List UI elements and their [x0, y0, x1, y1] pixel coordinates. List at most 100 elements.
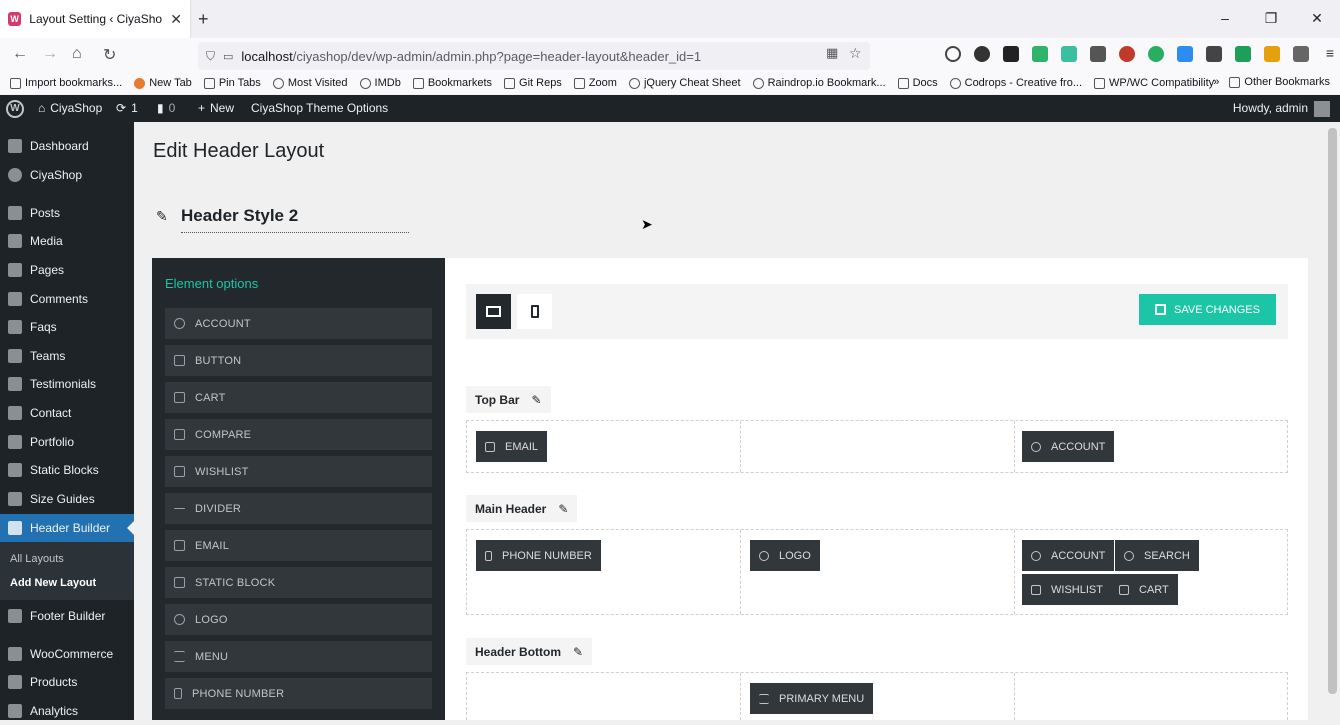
- close-window-icon[interactable]: ✕: [1294, 0, 1340, 38]
- bookmark-item[interactable]: jQuery Cheat Sheet: [628, 77, 741, 89]
- extension-bars-icon[interactable]: [1090, 46, 1106, 62]
- chevron-right-icon[interactable]: »: [1213, 76, 1219, 88]
- bookmark-item[interactable]: Pin Tabs: [203, 77, 261, 89]
- home-icon[interactable]: ⌂: [72, 45, 82, 63]
- sidebar-item-footer-builder[interactable]: Footer Builder: [0, 602, 134, 630]
- bookmark-item[interactable]: WP/WC Compatibility: [1094, 77, 1214, 89]
- new-tab-icon[interactable]: +: [198, 9, 209, 30]
- pencil-icon[interactable]: ✎: [531, 393, 541, 407]
- element-account[interactable]: ACCOUNT: [165, 308, 432, 339]
- sidebar-item-posts[interactable]: Posts: [0, 199, 134, 227]
- qr-icon[interactable]: ▦: [826, 45, 838, 61]
- chip-phone-number[interactable]: PHONE NUMBER: [476, 540, 601, 571]
- bookmark-item[interactable]: Codrops - Creative fro...: [949, 77, 1082, 89]
- new-content-link[interactable]: + New: [198, 95, 234, 122]
- bookmark-item[interactable]: Git Reps: [504, 77, 562, 89]
- chip-wishlist[interactable]: WISHLIST: [1022, 574, 1112, 605]
- element-divider[interactable]: DIVIDER: [165, 493, 432, 524]
- chip-email[interactable]: EMAIL: [476, 431, 548, 462]
- bookmark-item[interactable]: IMDb: [359, 77, 401, 89]
- sidebar-item-testimonials[interactable]: Testimonials: [0, 370, 134, 398]
- bookmark-item[interactable]: Bookmarkets: [412, 77, 492, 89]
- element-wishlist[interactable]: WISHLIST: [165, 456, 432, 487]
- bookmark-item[interactable]: Docs: [897, 77, 938, 89]
- sidebar-item-products[interactable]: Products: [0, 668, 134, 696]
- pencil-icon[interactable]: ✎: [156, 208, 168, 225]
- chip-account[interactable]: ACCOUNT: [1022, 540, 1115, 571]
- bookmark-item[interactable]: Raindrop.io Bookmark...: [752, 77, 886, 89]
- bookmark-item[interactable]: Most Visited: [272, 77, 348, 89]
- sidebar-item-faqs[interactable]: Faqs: [0, 313, 134, 341]
- sidebar-item-comments[interactable]: Comments: [0, 285, 134, 313]
- extension-off-icon[interactable]: [1148, 46, 1164, 62]
- star-icon[interactable]: ☆: [849, 45, 862, 62]
- sidebar-item-media[interactable]: Media: [0, 227, 134, 255]
- adblock-icon[interactable]: [1119, 46, 1135, 62]
- theme-options-link[interactable]: CiyaShop Theme Options: [251, 95, 388, 122]
- extensions-icon[interactable]: [1293, 46, 1309, 62]
- extension-pencil-icon[interactable]: [1264, 46, 1280, 62]
- wp-logo-icon[interactable]: W: [6, 95, 24, 122]
- sidebar-item-header-builder[interactable]: Header Builder: [0, 514, 134, 542]
- submenu-add-new-layout[interactable]: Add New Layout: [10, 577, 96, 589]
- extension-grid-icon[interactable]: [1003, 46, 1019, 62]
- element-button[interactable]: BUTTON: [165, 345, 432, 376]
- comments-link[interactable]: ▮ 0: [157, 95, 175, 122]
- chip-cart[interactable]: CART: [1110, 574, 1178, 605]
- extension-apps-icon[interactable]: [1206, 46, 1222, 62]
- menu-icon[interactable]: ≡: [1322, 46, 1338, 62]
- other-bookmarks[interactable]: Other Bookmarks: [1229, 76, 1330, 88]
- chip-label: WISHLIST: [1051, 583, 1103, 596]
- sidebar-item-analytics[interactable]: Analytics: [0, 697, 134, 725]
- chip-logo[interactable]: LOGO: [750, 540, 820, 571]
- chip-account[interactable]: ACCOUNT: [1022, 431, 1115, 462]
- header-style-name[interactable]: Header Style 2: [181, 206, 409, 233]
- extension-sheet-icon[interactable]: [1235, 46, 1251, 62]
- url-bar[interactable]: ⛉ ▭ localhost/ciyashop/dev/wp-admin/admi…: [198, 42, 870, 70]
- pencil-icon[interactable]: ✎: [558, 502, 568, 516]
- back-icon[interactable]: ←: [12, 45, 28, 63]
- save-changes-button[interactable]: SAVE CHANGES: [1139, 294, 1276, 325]
- extension-green-icon[interactable]: [1032, 46, 1048, 62]
- browser-tab[interactable]: W Layout Setting ‹ CiyaShop — W ✕: [0, 0, 190, 38]
- bookmark-item[interactable]: New Tab: [134, 77, 192, 89]
- restore-icon[interactable]: ❐: [1248, 0, 1294, 38]
- sidebar-item-dashboard[interactable]: Dashboard: [0, 132, 134, 160]
- chip-search[interactable]: SEARCH: [1115, 540, 1199, 571]
- sidebar-item-ciyashop[interactable]: CiyaShop: [0, 161, 134, 189]
- bookmark-label: Import bookmarks...: [25, 77, 123, 89]
- element-cart[interactable]: CART: [165, 382, 432, 413]
- bookmark-item[interactable]: Import bookmarks...: [10, 77, 122, 89]
- desktop-view-button[interactable]: [476, 294, 511, 329]
- element-menu[interactable]: MENU: [165, 641, 432, 672]
- chip-primary-menu[interactable]: PRIMARY MENU: [750, 683, 874, 714]
- mobile-view-button[interactable]: [517, 294, 552, 329]
- extension-blue-icon[interactable]: [1177, 46, 1193, 62]
- extension-f-icon[interactable]: [974, 46, 990, 62]
- forward-icon[interactable]: →: [42, 45, 58, 63]
- close-tab-icon[interactable]: ✕: [170, 11, 182, 28]
- bookmark-item[interactable]: Zoom: [573, 77, 617, 89]
- submenu-all-layouts[interactable]: All Layouts: [10, 553, 64, 565]
- sidebar-item-contact[interactable]: Contact: [0, 399, 134, 427]
- scrollbar-thumb[interactable]: [1328, 128, 1337, 694]
- element-phone-number[interactable]: PHONE NUMBER: [165, 678, 432, 709]
- sidebar-item-portfolio[interactable]: Portfolio: [0, 428, 134, 456]
- pencil-icon[interactable]: ✎: [573, 645, 583, 659]
- element-static-block[interactable]: STATIC BLOCK: [165, 567, 432, 598]
- pocket-icon[interactable]: [945, 46, 961, 62]
- element-logo[interactable]: LOGO: [165, 604, 432, 635]
- site-name-link[interactable]: ⌂ CiyaShop: [38, 95, 102, 122]
- minimize-icon[interactable]: –: [1202, 0, 1248, 38]
- element-compare[interactable]: COMPARE: [165, 419, 432, 450]
- updates-link[interactable]: ⟳ 1: [116, 95, 138, 122]
- sidebar-item-woocommerce[interactable]: WooCommerce: [0, 640, 134, 668]
- sidebar-item-teams[interactable]: Teams: [0, 342, 134, 370]
- element-email[interactable]: EMAIL: [165, 530, 432, 561]
- sidebar-item-size-guides[interactable]: Size Guides: [0, 485, 134, 513]
- my-account[interactable]: Howdy, admin: [1233, 95, 1330, 122]
- sidebar-item-pages[interactable]: Pages: [0, 256, 134, 284]
- sidebar-item-static-blocks[interactable]: Static Blocks: [0, 456, 134, 484]
- reload-icon[interactable]: ↻: [103, 45, 116, 65]
- extension-save-icon[interactable]: [1061, 46, 1077, 62]
